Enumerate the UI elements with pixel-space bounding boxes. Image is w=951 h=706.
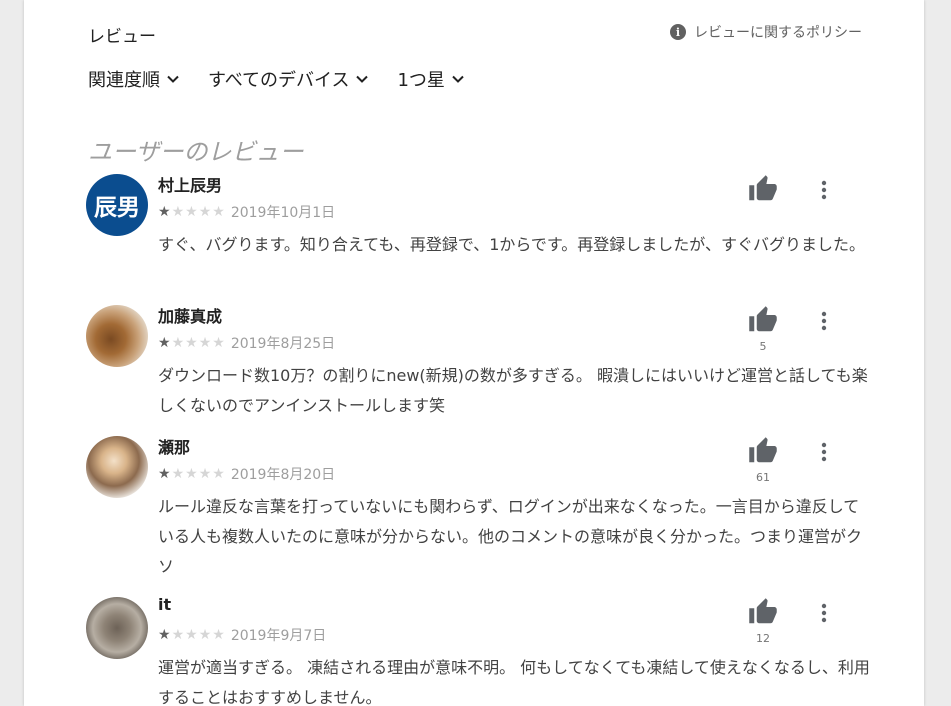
rating-dropdown-label: 1つ星 bbox=[397, 70, 445, 91]
review-text: 運営が適当すぎる。 凍結される理由が意味不明。 何もしてなくても凍結して使えなく… bbox=[158, 658, 870, 706]
star-rating: ★ ★ ★ ★ ★ bbox=[158, 336, 225, 350]
review-date: 2019年9月7日 bbox=[230, 628, 327, 644]
star-empty-icon: ★ bbox=[171, 204, 185, 220]
review-text: ルール違反な言葉を打っていないにも関わらず、ログインが出来なくなった。一言目から… bbox=[158, 497, 863, 576]
more-vert-icon[interactable] bbox=[812, 438, 836, 466]
star-empty-icon: ★ bbox=[185, 627, 198, 643]
info-icon: i bbox=[670, 24, 686, 40]
avatar bbox=[86, 597, 148, 659]
review-meta: ★ ★ ★ ★ ★ 2019年9月7日 bbox=[158, 625, 326, 645]
helpful-count: 12 bbox=[756, 632, 770, 645]
review-policy-link[interactable]: i レビューに関するポリシー bbox=[670, 22, 862, 42]
star-empty-icon: ★ bbox=[212, 335, 225, 351]
star-empty-icon: ★ bbox=[212, 466, 225, 482]
star-empty-icon: ★ bbox=[171, 627, 185, 643]
review-text: ダウンロード数10万？の割りにnew(新規)の数が多すぎる。 暇潰しにはいいけど… bbox=[158, 366, 868, 415]
device-dropdown[interactable]: すべてのデバイス bbox=[208, 66, 369, 92]
chevron-down-icon bbox=[167, 75, 179, 83]
helpful-count: 5 bbox=[759, 340, 767, 353]
reviews-heading: レビュー bbox=[88, 27, 156, 47]
helpful-count: 61 bbox=[756, 471, 770, 484]
star-empty-icon: ★ bbox=[185, 466, 198, 482]
reviews-card: レビュー i レビューに関するポリシー 関連度順 すべてのデバイス 1つ星 ユー… bbox=[24, 0, 924, 706]
review-date: 2019年10月1日 bbox=[230, 205, 336, 221]
star-empty-icon: ★ bbox=[212, 627, 225, 643]
star-rating: ★ ★ ★ ★ ★ bbox=[158, 205, 225, 219]
sort-dropdown-label: 関連度順 bbox=[88, 70, 160, 91]
star-empty-icon: ★ bbox=[198, 204, 212, 220]
review-meta: ★ ★ ★ ★ ★ 2019年10月1日 bbox=[158, 202, 335, 222]
avatar bbox=[86, 436, 148, 498]
more-vert-icon[interactable] bbox=[812, 176, 836, 204]
star-empty-icon: ★ bbox=[171, 335, 185, 351]
star-rating: ★ ★ ★ ★ ★ bbox=[158, 628, 225, 642]
thumbs-up-icon[interactable] bbox=[748, 174, 778, 204]
user-reviews-title: ユーザーのレビュー bbox=[88, 138, 304, 166]
star-rating: ★ ★ ★ ★ ★ bbox=[158, 467, 225, 481]
thumbs-up-icon[interactable] bbox=[748, 436, 778, 466]
thumbs-up-icon[interactable] bbox=[748, 305, 778, 335]
star-empty-icon: ★ bbox=[185, 204, 198, 220]
filter-bar: 関連度順 すべてのデバイス 1つ星 bbox=[88, 66, 465, 92]
avatar bbox=[86, 305, 148, 367]
review-author: 村上辰男 bbox=[158, 176, 223, 195]
star-empty-icon: ★ bbox=[185, 335, 198, 351]
star-empty-icon: ★ bbox=[171, 466, 185, 482]
more-vert-icon[interactable] bbox=[812, 307, 836, 335]
review-meta: ★ ★ ★ ★ ★ 2019年8月25日 bbox=[158, 333, 335, 353]
review-author: 加藤真成 bbox=[158, 307, 223, 326]
review-meta: ★ ★ ★ ★ ★ 2019年8月20日 bbox=[158, 464, 335, 484]
star-empty-icon: ★ bbox=[198, 627, 212, 643]
chevron-down-icon bbox=[356, 75, 369, 83]
review-author: it bbox=[158, 595, 172, 614]
chevron-down-icon bbox=[452, 75, 464, 83]
star-filled-icon: ★ bbox=[158, 204, 171, 220]
review-text: すぐ、バグります。知り合えても、再登録で、1からです。再登録しましたが、すぐバグ… bbox=[158, 235, 865, 254]
star-empty-icon: ★ bbox=[198, 335, 212, 351]
rating-dropdown[interactable]: 1つ星 bbox=[397, 66, 464, 92]
sort-dropdown[interactable]: 関連度順 bbox=[88, 66, 180, 92]
review-date: 2019年8月20日 bbox=[230, 467, 336, 483]
star-empty-icon: ★ bbox=[198, 466, 212, 482]
star-empty-icon: ★ bbox=[212, 204, 225, 220]
star-filled-icon: ★ bbox=[158, 335, 171, 351]
review-date: 2019年8月25日 bbox=[230, 336, 336, 352]
review-policy-label: レビューに関するポリシー bbox=[694, 25, 862, 41]
avatar: 辰男 bbox=[86, 174, 148, 236]
more-vert-icon[interactable] bbox=[812, 599, 836, 627]
review-author: 瀬那 bbox=[158, 438, 191, 457]
device-dropdown-label: すべてのデバイス bbox=[208, 70, 350, 91]
star-filled-icon: ★ bbox=[158, 627, 171, 643]
star-filled-icon: ★ bbox=[158, 466, 171, 482]
thumbs-up-icon[interactable] bbox=[748, 597, 778, 627]
